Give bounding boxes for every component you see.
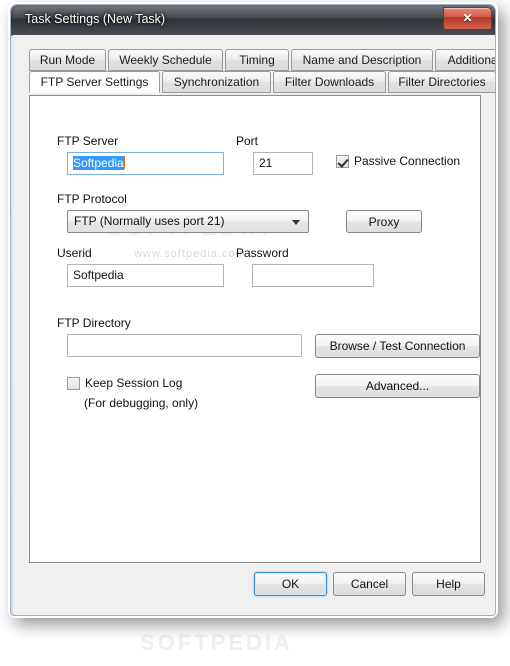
tab-filter-directories[interactable]: Filter Directories — [388, 71, 495, 93]
tab-ftp-server-settings[interactable]: FTP Server Settings — [29, 71, 160, 93]
tab-label: FTP Server Settings — [40, 75, 149, 89]
tab-content-panel: SOFTPEDIA www.softpedia.com FTP Server S… — [29, 95, 481, 563]
cancel-button[interactable]: Cancel — [333, 572, 406, 596]
keep-session-log-label: Keep Session Log — [85, 376, 183, 390]
ok-button[interactable]: OK — [254, 572, 327, 596]
ftp-server-label: FTP Server — [57, 134, 119, 148]
text-caret — [123, 156, 125, 169]
watermark-url: www.softpedia.com — [134, 248, 246, 260]
tab-label: Weekly Schedule — [119, 53, 212, 67]
tab-label: Synchronization — [173, 75, 260, 89]
dialog-body: Run Mode Weekly Schedule Timing Name and De… — [13, 35, 495, 615]
port-label: Port — [236, 134, 259, 148]
close-icon: ✕ — [462, 11, 473, 25]
passive-connection-label: Passive Connection — [354, 154, 461, 168]
userid-input[interactable]: Softpedia — [67, 264, 224, 287]
tab-label: Additional Actions — [447, 53, 496, 67]
port-input[interactable]: 21 — [253, 152, 313, 175]
tab-label: Run Mode — [39, 53, 96, 67]
debug-note: (For debugging, only) — [84, 396, 199, 410]
window-title: Task Settings (New Task) — [25, 12, 166, 26]
close-button[interactable]: ✕ — [443, 7, 492, 30]
tab-label: Filter Downloads — [284, 75, 375, 89]
keep-session-log-checkbox[interactable]: Keep Session Log — [67, 376, 182, 390]
tab-strip: Run Mode Weekly Schedule Timing Name and De… — [29, 49, 495, 95]
tab-label: Timing — [239, 53, 275, 67]
advanced-button[interactable]: Advanced... — [315, 374, 480, 398]
ftp-server-value: Softpedia — [73, 156, 124, 170]
tab-additional-actions[interactable]: Additional Actions — [435, 49, 496, 71]
tab-run-mode[interactable]: Run Mode — [29, 49, 106, 71]
browse-test-connection-button[interactable]: Browse / Test Connection — [315, 334, 480, 358]
tab-weekly-schedule[interactable]: Weekly Schedule — [108, 49, 223, 71]
proxy-button[interactable]: Proxy — [346, 210, 422, 233]
userid-value: Softpedia — [73, 268, 124, 282]
ftp-protocol-label: FTP Protocol — [57, 192, 127, 206]
port-value: 21 — [259, 156, 273, 170]
password-label: Password — [236, 246, 289, 260]
chevron-down-icon — [292, 220, 300, 225]
tab-name-and-description[interactable]: Name and Description — [291, 49, 433, 71]
checkbox-icon — [67, 376, 80, 390]
userid-label: Userid — [57, 246, 92, 260]
tab-synchronization[interactable]: Synchronization — [162, 71, 271, 93]
tab-label: Filter Directories — [398, 75, 486, 89]
passive-connection-checkbox[interactable]: Passive Connection — [336, 154, 460, 168]
watermark-bottom: SOFTPEDIA — [140, 630, 293, 655]
checkbox-icon — [336, 154, 349, 168]
ftp-directory-input[interactable] — [67, 334, 302, 357]
tab-row-bottom: FTP Server Settings Synchronization Filter… — [29, 71, 495, 93]
help-button[interactable]: Help — [412, 572, 485, 596]
tab-filter-downloads[interactable]: Filter Downloads — [273, 71, 386, 93]
ftp-directory-label: FTP Directory — [57, 316, 131, 330]
password-input[interactable] — [252, 264, 374, 287]
tab-row-top: Run Mode Weekly Schedule Timing Name and De… — [29, 49, 496, 71]
tab-label: Name and Description — [302, 53, 422, 67]
ftp-protocol-select[interactable]: FTP (Normally uses port 21) — [67, 210, 309, 233]
title-bar[interactable]: Task Settings (New Task) ✕ — [11, 5, 495, 36]
screenshot-root: SOFTPEDIA Task Settings (New Task) ✕ Run… — [0, 0, 510, 666]
task-settings-dialog: Task Settings (New Task) ✕ Run Mode Weekl… — [10, 4, 496, 616]
ftp-server-input[interactable]: Softpedia — [67, 152, 224, 175]
tab-timing[interactable]: Timing — [225, 49, 289, 71]
ftp-protocol-value: FTP (Normally uses port 21) — [74, 214, 225, 228]
